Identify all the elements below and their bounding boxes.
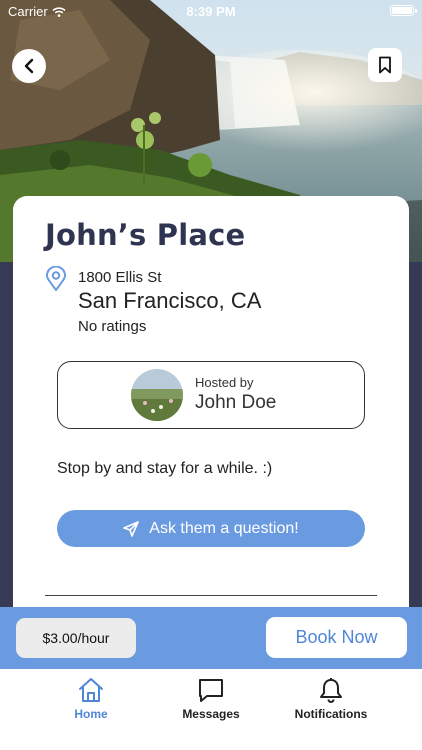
hosted-by-label: Hosted by [195, 375, 254, 390]
tab-notifications[interactable]: Notifications [276, 677, 386, 721]
avatar [131, 369, 183, 421]
tab-bar: Home Messages Notifications [0, 669, 422, 750]
bookmark-icon [379, 56, 391, 74]
street-address: 1800 Ellis St [78, 269, 162, 286]
listing-title: John’s Place [45, 218, 246, 252]
ask-question-label: Ask them a question! [149, 519, 299, 537]
listing-description: Stop by and stay for a while. :) [57, 460, 273, 477]
clock: 8:39 PM [186, 4, 236, 19]
tab-messages-label: Messages [182, 707, 240, 721]
tab-home-label: Home [74, 707, 108, 721]
ratings-text: No ratings [78, 318, 147, 335]
book-now-button[interactable]: Book Now [266, 617, 407, 658]
host-name: John Doe [195, 392, 277, 413]
city-state: San Francisco, CA [78, 288, 262, 313]
booking-bar: $3.00/hour Book Now [0, 607, 422, 669]
bell-icon [320, 678, 342, 703]
home-icon [79, 678, 103, 702]
listing-card: John’s Place 1800 Ellis St San Francisco… [13, 196, 409, 626]
chevron-left-icon [24, 58, 34, 74]
host-card[interactable]: Hosted by John Doe [57, 361, 365, 429]
battery-icon [390, 5, 417, 16]
ask-question-button[interactable]: Ask them a question! [57, 510, 365, 547]
map-pin-icon [46, 266, 66, 291]
tab-messages[interactable]: Messages [156, 677, 266, 721]
back-button[interactable] [12, 49, 46, 83]
divider [45, 595, 377, 596]
send-icon [123, 520, 140, 537]
bookmark-button[interactable] [368, 48, 402, 82]
tab-home[interactable]: Home [36, 677, 146, 721]
price-button[interactable]: $3.00/hour [16, 618, 136, 658]
status-bar: Carrier 8:39 PM [0, 0, 422, 22]
message-icon [199, 679, 223, 702]
tab-notifications-label: Notifications [294, 707, 368, 721]
